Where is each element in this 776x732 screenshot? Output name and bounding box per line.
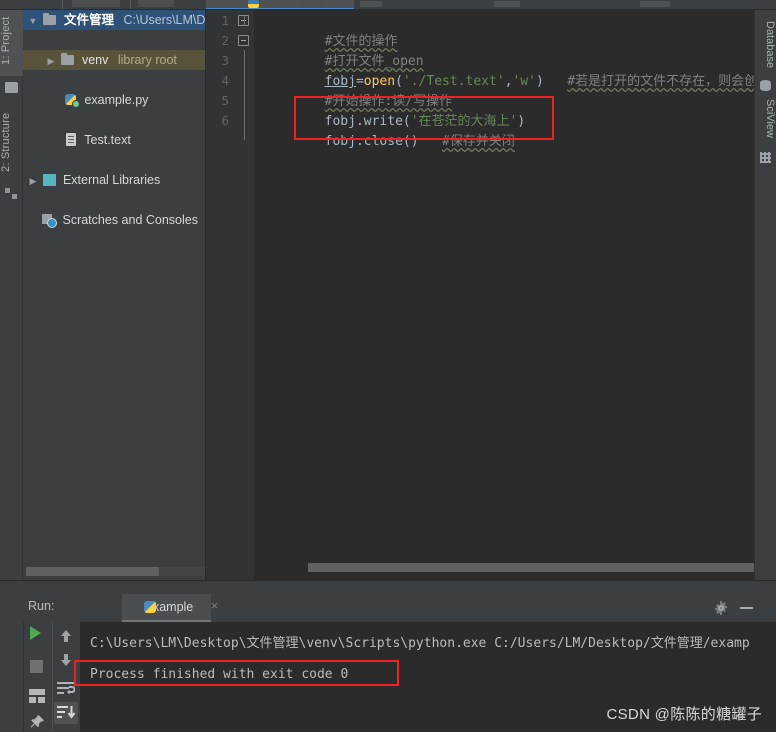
close-icon[interactable]: ×: [208, 599, 221, 612]
toolbar-item[interactable]: [300, 1, 324, 7]
code-line-2: #打开文件_open: [262, 32, 424, 69]
tree-row[interactable]: Scratches and Consoles: [23, 210, 205, 230]
line-number: 6: [221, 113, 229, 128]
pycharm-window: 1: Project 2: Structure ▼ 文件管理 C:\Users\…: [0, 0, 776, 732]
scratches-icon: [41, 213, 57, 228]
toolbar-item[interactable]: [640, 1, 670, 7]
watermark: CSDN @陈陈的糖罐子: [606, 706, 762, 723]
tree-row[interactable]: ▼ 文件管理 C:\Users\LM\De: [23, 10, 205, 30]
python-file-icon: [248, 0, 259, 8]
sidebar-item-structure[interactable]: 2: Structure: [0, 106, 23, 182]
code-line-1: #文件的操作: [262, 12, 398, 49]
code-line-3: fobj=open('./Test.text','w') #若是打开的文件不存在…: [262, 52, 776, 89]
tree-row[interactable]: example.py: [23, 90, 205, 110]
scroll-end-icon: [57, 706, 75, 719]
pin-button[interactable]: [29, 714, 45, 730]
tree-item-label: Scratches and Consoles: [62, 213, 198, 227]
line-number: 4: [221, 73, 229, 88]
gear-icon[interactable]: [713, 600, 729, 616]
tree-row[interactable]: ▶ venv library root: [23, 50, 205, 70]
chevron-down-icon[interactable]: ▼: [27, 11, 39, 31]
folder-icon: [5, 82, 18, 93]
soft-wrap-button[interactable]: [57, 682, 75, 695]
run-tab-example[interactable]: example: [122, 594, 212, 622]
string-token: 'w': [512, 74, 536, 89]
scroll-to-end-button[interactable]: [54, 702, 78, 724]
tree-item-path: C:\Users\LM\De: [123, 13, 206, 27]
up-button[interactable]: [59, 628, 73, 644]
tree-item-label: Test.text: [84, 133, 131, 147]
right-tool-window-bar: Database SciView: [754, 10, 776, 580]
fold-line: [244, 16, 245, 26]
console-command-line: C:\Users\LM\Desktop\文件管理\venv\Scripts\py…: [90, 636, 750, 651]
tree-row[interactable]: ▶ External Libraries: [23, 170, 205, 190]
tree-item-label: 文件管理: [63, 13, 114, 27]
structure-icon: [5, 188, 18, 199]
python-file-icon: [63, 93, 80, 108]
rerun-button[interactable]: [30, 626, 41, 640]
sciview-icon: [760, 152, 771, 163]
line-number: 1: [221, 13, 229, 28]
minimize-icon[interactable]: [740, 607, 753, 609]
line-number: 3: [221, 53, 229, 68]
run-label: Run:: [28, 599, 55, 613]
code-text-area[interactable]: #文件的操作 #打开文件_open fobj=open('./Test.text…: [254, 10, 776, 580]
main-toolbar-strip: [0, 0, 776, 10]
editor-gutter[interactable]: 1 2 3 4 5 6: [206, 10, 254, 580]
folder-icon: [42, 13, 57, 26]
toolbar-item[interactable]: [72, 0, 120, 7]
project-hscrollbar-thumb[interactable]: [26, 567, 159, 576]
stop-button[interactable]: [30, 660, 43, 673]
tree-item-label: External Libraries: [62, 173, 161, 187]
fold-marker-icon[interactable]: [238, 35, 249, 46]
chevron-right-icon[interactable]: ▶: [27, 171, 39, 191]
left-tool-window-bar: 1: Project 2: Structure: [0, 10, 23, 580]
run-toolbar-divider-2: [52, 622, 53, 732]
library-icon: [43, 174, 57, 186]
python-file-icon: [144, 601, 156, 613]
run-toolbar-divider: [23, 622, 24, 732]
paren-token: ): [535, 74, 544, 89]
run-panel-header: Run: example ×: [0, 594, 776, 622]
toolbar-item[interactable]: [360, 1, 382, 7]
tree-row[interactable]: Test.text: [23, 130, 205, 150]
output-highlight-box: [74, 660, 399, 686]
tree-item-tag: library root: [117, 53, 177, 67]
text-file-icon: [63, 133, 78, 146]
editor-hscrollbar-thumb[interactable]: [308, 563, 754, 572]
layout-button[interactable]: [29, 689, 45, 703]
fold-line: [244, 50, 245, 140]
line-number: 5: [221, 93, 229, 108]
sidebar-item-database[interactable]: Database: [754, 12, 776, 78]
down-button[interactable]: [59, 652, 73, 668]
sidebar-item-project[interactable]: 1: Project: [0, 10, 23, 76]
folder-icon: [60, 53, 75, 66]
toolbar-divider: [62, 0, 63, 9]
toolbar-item[interactable]: [494, 1, 520, 7]
comment-token: #若是打开的文件不存在，则会创建这个文件: [567, 74, 776, 89]
chevron-right-icon[interactable]: ▶: [45, 51, 57, 71]
code-highlight-box: [294, 96, 554, 140]
line-number: 2: [221, 33, 229, 48]
tree-item-label: example.py: [84, 93, 149, 107]
toolbar-item[interactable]: [138, 0, 174, 7]
toolbar-divider: [130, 0, 131, 9]
code-line-4: #开始操作:读/写操作: [262, 72, 452, 109]
tree-item-label: venv: [81, 53, 109, 67]
sidebar-item-sciview[interactable]: SciView: [754, 88, 776, 148]
project-tool-window: ▼ 文件管理 C:\Users\LM\De ▶ venv library roo…: [23, 10, 206, 580]
project-tree[interactable]: ▼ 文件管理 C:\Users\LM\De ▶ venv library roo…: [23, 10, 205, 228]
code-editor[interactable]: 1 2 3 4 5 6 #文件的操作 #打开文件_open fobj=open(…: [206, 10, 776, 580]
